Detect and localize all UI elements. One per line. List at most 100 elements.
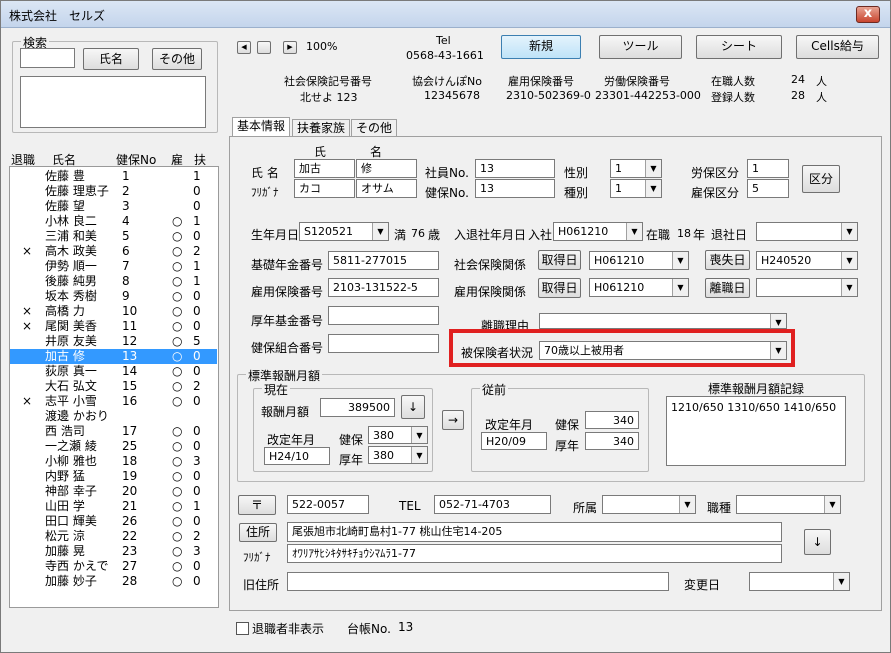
list-item[interactable]: 坂本 秀樹 9 ○ 0: [10, 289, 217, 304]
kounen-grade-select[interactable]: 380 ▼: [368, 446, 428, 464]
search-name-button[interactable]: 氏名: [83, 48, 139, 70]
zip-field[interactable]: 522-0057: [287, 495, 369, 514]
chevron-down-icon[interactable]: ▼: [841, 223, 857, 240]
zip-button[interactable]: 〒: [238, 495, 276, 515]
chevron-down-icon[interactable]: ▼: [672, 252, 688, 269]
change-date-select[interactable]: ▼: [749, 572, 850, 591]
prev-kenpo-field[interactable]: 340: [585, 411, 639, 429]
koyo-shutoku-button[interactable]: 取得日: [538, 278, 581, 298]
kenpo-no-field[interactable]: 13: [475, 179, 555, 198]
last-name-field[interactable]: 加古: [294, 159, 355, 178]
list-item[interactable]: 佐藤 豊 1 1: [10, 169, 217, 184]
list-item[interactable]: × 志平 小雪 16 ○ 0: [10, 394, 217, 409]
address-button[interactable]: 住所: [239, 523, 277, 542]
chevron-down-icon[interactable]: ▼: [824, 496, 840, 513]
list-item[interactable]: 三浦 和美 5 ○ 0: [10, 229, 217, 244]
list-item[interactable]: 一之瀬 綾 25 ○ 0: [10, 439, 217, 454]
first-name-field[interactable]: 修: [356, 159, 417, 178]
list-item[interactable]: 井原 友美 12 ○ 5: [10, 334, 217, 349]
tab-dependents[interactable]: 扶養家族: [292, 119, 351, 137]
chevron-down-icon[interactable]: ▼: [411, 447, 427, 463]
koyo-no-field[interactable]: 2103-131522-5: [328, 278, 439, 297]
list-item[interactable]: 加古 修 13 ○ 0: [10, 349, 217, 364]
amount-field[interactable]: 389500: [320, 398, 395, 417]
first-kana-field[interactable]: オサム: [356, 179, 417, 198]
list-item[interactable]: 小柳 雅也 18 ○ 3: [10, 454, 217, 469]
record-field[interactable]: 1210/650 1310/650 1410/650: [666, 396, 846, 466]
chevron-down-icon[interactable]: ▼: [841, 252, 857, 269]
list-item[interactable]: 加藤 妙子 28 ○ 0: [10, 574, 217, 589]
shaho-shutoku-button[interactable]: 取得日: [538, 250, 581, 270]
join-date-select[interactable]: H061210 ▼: [553, 222, 643, 241]
soshitsu-button[interactable]: 喪失日: [705, 250, 750, 270]
home-tel-field[interactable]: 052-71-4703: [434, 495, 551, 514]
shokushu-select[interactable]: ▼: [736, 495, 841, 514]
list-item[interactable]: 加藤 晃 23 ○ 3: [10, 544, 217, 559]
search-memo-box[interactable]: [20, 76, 206, 128]
list-item[interactable]: 田口 輝美 26 ○ 0: [10, 514, 217, 529]
list-item[interactable]: × 高木 政美 6 ○ 2: [10, 244, 217, 259]
sheet-button[interactable]: シート: [696, 35, 782, 59]
list-item[interactable]: × 尾関 美香 11 ○ 0: [10, 319, 217, 334]
hide-retired-checkbox[interactable]: [236, 622, 249, 635]
chevron-down-icon[interactable]: ▼: [645, 160, 661, 177]
prev-kounen-field[interactable]: 340: [585, 432, 639, 450]
kaitei-field[interactable]: H24/10: [264, 447, 330, 465]
riyu-select[interactable]: ▼: [539, 313, 787, 329]
chevron-down-icon[interactable]: ▼: [645, 180, 661, 197]
tab-basic[interactable]: 基本情報: [232, 117, 291, 137]
chevron-down-icon[interactable]: ▼: [672, 279, 688, 296]
prev-record-button[interactable]: [257, 41, 271, 54]
address-down-button[interactable]: ↓: [804, 529, 831, 555]
list-item[interactable]: 渡邊 かおり: [10, 409, 217, 424]
amount-down-button[interactable]: ↓: [401, 395, 425, 419]
chevron-down-icon[interactable]: ▼: [679, 496, 695, 513]
rishoku-button[interactable]: 離職日: [705, 278, 750, 298]
list-item[interactable]: 西 浩司 17 ○ 0: [10, 424, 217, 439]
address-kana-field[interactable]: ｵﾜﾘｱｻﾋｼｷﾀｻｷﾁｮｳｼﾏﾑﾗ1-77: [287, 544, 782, 563]
kenpo-grade-select[interactable]: 380 ▼: [368, 426, 428, 444]
list-item[interactable]: 神部 幸子 20 ○ 0: [10, 484, 217, 499]
sex-select[interactable]: 1 ▼: [610, 159, 662, 178]
list-item[interactable]: 小林 良二 4 ○ 1: [10, 214, 217, 229]
kubun-button[interactable]: 区分: [802, 165, 840, 193]
list-item[interactable]: 松元 涼 22 ○ 2: [10, 529, 217, 544]
chevron-down-icon[interactable]: ▼: [411, 427, 427, 443]
tool-button[interactable]: ツール: [599, 35, 682, 59]
leave-date-select[interactable]: ▼: [756, 222, 858, 241]
list-item[interactable]: × 高橋 力 10 ○ 0: [10, 304, 217, 319]
chevron-down-icon[interactable]: ▼: [770, 314, 786, 328]
list-item[interactable]: 佐藤 理恵子 2 0: [10, 184, 217, 199]
chevron-down-icon[interactable]: ▼: [626, 223, 642, 240]
kosei-field[interactable]: [328, 306, 439, 325]
shift-right-button[interactable]: →: [442, 410, 464, 430]
search-input[interactable]: [20, 48, 75, 68]
rishoku-select[interactable]: ▼: [756, 278, 858, 297]
chevron-down-icon[interactable]: ▼: [372, 223, 388, 240]
kumiai-field[interactable]: [328, 334, 439, 353]
list-item[interactable]: 内野 猛 19 ○ 0: [10, 469, 217, 484]
birth-select[interactable]: S120521 ▼: [299, 222, 389, 241]
shozoku-select[interactable]: ▼: [602, 495, 696, 514]
list-item[interactable]: 後藤 純男 8 ○ 1: [10, 274, 217, 289]
list-item[interactable]: 佐藤 望 3 0: [10, 199, 217, 214]
last-kana-field[interactable]: カコ: [294, 179, 355, 198]
rouho-field[interactable]: 1: [747, 159, 789, 178]
tab-other[interactable]: その他: [351, 119, 398, 137]
emp-no-field[interactable]: 13: [475, 159, 555, 178]
chevron-down-icon[interactable]: ▼: [841, 279, 857, 296]
koyo-shutoku-select[interactable]: H061210 ▼: [589, 278, 689, 297]
koyo-kubun-field[interactable]: 5: [747, 179, 789, 198]
list-item[interactable]: 寺西 かえで 27 ○ 0: [10, 559, 217, 574]
chevron-down-icon[interactable]: ▼: [833, 573, 849, 590]
list-item[interactable]: 伊勢 順一 7 ○ 1: [10, 259, 217, 274]
old-address-field[interactable]: [287, 572, 669, 591]
search-other-button[interactable]: その他: [152, 48, 202, 70]
first-record-button[interactable]: ◀: [237, 41, 251, 54]
prev-kaitei-field[interactable]: H20/09: [481, 432, 547, 450]
list-item[interactable]: 大石 弘文 15 ○ 2: [10, 379, 217, 394]
kiso-field[interactable]: 5811-277015: [328, 251, 439, 270]
shaho-shutoku-select[interactable]: H061210 ▼: [589, 251, 689, 270]
kind-select[interactable]: 1 ▼: [610, 179, 662, 198]
cells-salary-button[interactable]: Cells給与: [796, 35, 879, 59]
